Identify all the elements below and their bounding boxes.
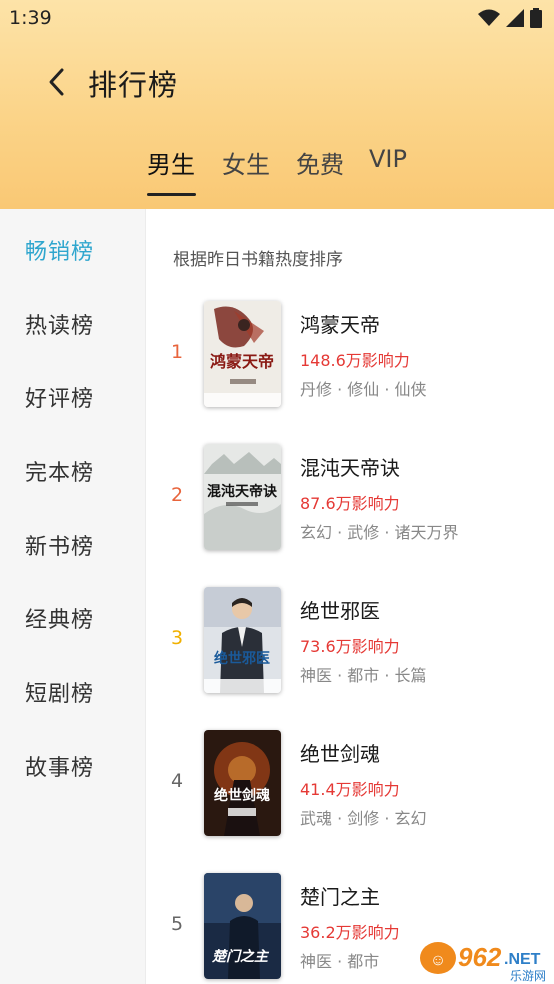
sidebar-item-label: 短剧榜 xyxy=(25,682,95,707)
page-title: 排行榜 xyxy=(88,68,179,102)
sidebar-item-bestseller[interactable]: 畅销榜 xyxy=(0,222,146,272)
status-time: 1:39 xyxy=(9,7,52,29)
tab-female[interactable]: 女生 xyxy=(222,145,270,195)
sidebar-item-label: 好评榜 xyxy=(25,387,95,412)
back-button[interactable] xyxy=(38,62,74,102)
book-influence: 73.6万影响力 xyxy=(300,637,400,656)
book-influence: 36.2万影响力 xyxy=(300,923,400,942)
rank-number: 2 xyxy=(171,484,184,506)
watermark-logo-sub: 乐游网 xyxy=(510,969,546,983)
tab-active-indicator xyxy=(147,193,196,196)
sidebar-item-completed[interactable]: 完本榜 xyxy=(0,443,146,493)
site-watermark-logo: ☺ 962 .NET 乐游网 xyxy=(418,936,554,984)
gender-tabs: 男生 女生 免费 VIP xyxy=(0,145,554,201)
list-item[interactable]: 4 绝世剑魂 绝世剑魂 41.4万影响力 武魂 · 剑修 · 玄幻 xyxy=(147,730,554,840)
header: 1:39 排行榜 男生 女生 免费 VIP xyxy=(0,0,554,209)
rank-number: 3 xyxy=(171,627,184,649)
svg-text:☺: ☺ xyxy=(430,952,446,969)
sidebar-item-label: 新书榜 xyxy=(25,535,95,560)
book-influence: 148.6万影响力 xyxy=(300,351,410,370)
sidebar-item-short-drama[interactable]: 短剧榜 xyxy=(0,664,146,714)
sidebar-item-label: 经典榜 xyxy=(25,608,95,633)
sidebar-item-stories[interactable]: 故事榜 xyxy=(0,738,146,788)
chevron-left-icon xyxy=(49,68,64,96)
book-cover: 绝世剑魂 xyxy=(204,730,281,836)
battery-icon xyxy=(530,8,542,28)
sidebar-item-label: 热读榜 xyxy=(25,314,95,339)
sidebar-item-classics[interactable]: 经典榜 xyxy=(0,590,146,640)
sort-hint: 根据昨日书籍热度排序 xyxy=(173,250,343,270)
tab-free[interactable]: 免费 xyxy=(296,145,344,195)
book-tags: 神医 · 都市 xyxy=(300,952,380,971)
sidebar-item-label: 故事榜 xyxy=(25,756,95,781)
rank-number: 1 xyxy=(171,341,184,363)
cover-title-text: 鸿蒙天帝 xyxy=(210,352,274,371)
book-title: 鸿蒙天帝 xyxy=(300,313,380,337)
book-tags: 神医 · 都市 · 长篇 xyxy=(300,666,427,685)
tab-male[interactable]: 男生 xyxy=(147,145,195,195)
tab-vip[interactable]: VIP xyxy=(369,145,407,195)
cellular-signal-icon xyxy=(506,9,524,27)
sidebar: 畅销榜 热读榜 好评榜 完本榜 新书榜 经典榜 短剧榜 故事榜 xyxy=(0,209,146,984)
book-influence: 41.4万影响力 xyxy=(300,780,400,799)
cover-title-text: 绝世邪医 xyxy=(214,650,270,667)
book-cover: 鸿蒙天帝 xyxy=(204,301,281,407)
book-cover: 混沌天帝诀 xyxy=(204,444,281,550)
book-title: 混沌天帝诀 xyxy=(300,456,400,480)
ranking-list: 根据昨日书籍热度排序 1 鸿蒙天帝 鸿蒙天帝 148.6万影响力 丹修 · 修仙… xyxy=(147,209,554,984)
list-item[interactable]: 3 绝世邪医 绝世邪医 73.6万影响力 神医 · 都市 · 长篇 xyxy=(147,587,554,697)
watermark-logo-suffix: .NET xyxy=(504,951,541,968)
book-cover: 楚门之主 xyxy=(204,873,281,979)
sidebar-item-label: 畅销榜 xyxy=(25,240,95,265)
book-cover: 绝世邪医 xyxy=(204,587,281,693)
book-tags: 丹修 · 修仙 · 仙侠 xyxy=(300,380,427,399)
cover-title-text: 混沌天帝诀 xyxy=(207,483,278,500)
titlebar: 排行榜 xyxy=(0,56,554,108)
rank-number: 4 xyxy=(171,770,184,792)
book-title: 楚门之主 xyxy=(300,885,380,909)
watermark-logo-number: 962 xyxy=(458,942,502,972)
wifi-icon xyxy=(478,9,500,26)
book-tags: 武魂 · 剑修 · 玄幻 xyxy=(300,809,427,828)
list-item[interactable]: 1 鸿蒙天帝 鸿蒙天帝 148.6万影响力 丹修 · 修仙 · 仙侠 xyxy=(147,301,554,411)
list-item[interactable]: 2 混沌天帝诀 混沌天帝诀 87.6万影响力 玄幻 · 武修 · 诸天万界 xyxy=(147,444,554,554)
sidebar-item-label: 完本榜 xyxy=(25,461,95,486)
sidebar-item-hot-reading[interactable]: 热读榜 xyxy=(0,296,146,346)
rank-number: 5 xyxy=(171,913,184,935)
book-title: 绝世剑魂 xyxy=(300,742,380,766)
sidebar-item-top-rated[interactable]: 好评榜 xyxy=(0,369,146,419)
status-bar: 1:39 xyxy=(0,0,554,38)
book-tags: 玄幻 · 武修 · 诸天万界 xyxy=(300,523,459,542)
book-title: 绝世邪医 xyxy=(300,599,380,623)
status-icons xyxy=(478,8,542,28)
sidebar-item-new-books[interactable]: 新书榜 xyxy=(0,517,146,567)
cover-title-text: 绝世剑魂 xyxy=(214,787,270,804)
cover-title-text: 楚门之主 xyxy=(211,948,270,965)
book-influence: 87.6万影响力 xyxy=(300,494,400,513)
